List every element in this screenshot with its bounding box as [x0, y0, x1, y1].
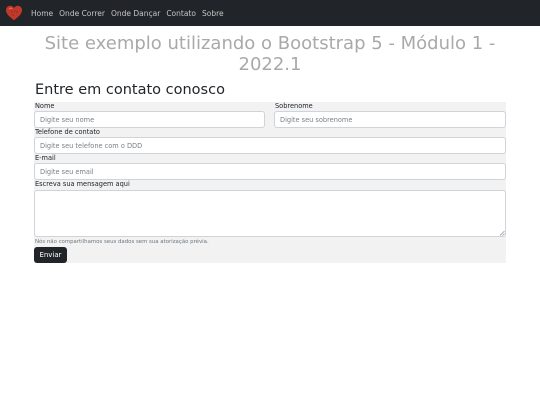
hero-title: Site exemplo utilizando o Bootstrap 5 - … — [44, 33, 496, 75]
email-label: E-mail — [35, 154, 56, 162]
top-navbar: Home Onde Correr Onde Dançar Contato Sob… — [0, 0, 540, 26]
enviar-button[interactable]: Enviar — [34, 247, 67, 263]
resize-handle-icon[interactable] — [499, 230, 505, 236]
contact-form: Nome Sobrenome Telefone de contato E-mai… — [34, 102, 506, 263]
nav-link-onde-correr[interactable]: Onde Correr — [59, 9, 105, 18]
nav-link-onde-dancar[interactable]: Onde Dançar — [111, 9, 160, 18]
telefone-input[interactable] — [34, 137, 506, 154]
nav-link-sobre[interactable]: Sobre — [202, 9, 224, 18]
telefone-label: Telefone de contato — [35, 128, 100, 136]
nav-link-contato[interactable]: Contato — [166, 9, 196, 18]
nome-label: Nome — [35, 102, 55, 110]
mensagem-label: Escreva sua mensagem aqui — [35, 180, 130, 188]
privacy-help-text: Nós não compartilhamos seus dados sem su… — [35, 239, 209, 245]
sobrenome-input[interactable] — [274, 111, 506, 128]
heart-icon[interactable] — [5, 5, 23, 21]
email-input[interactable] — [34, 163, 506, 180]
nome-input[interactable] — [34, 111, 265, 128]
mensagem-textarea[interactable] — [34, 190, 506, 237]
contact-section-title: Entre em contato conosco — [35, 82, 225, 98]
nav-link-home[interactable]: Home — [31, 9, 53, 18]
sobrenome-label: Sobrenome — [275, 102, 313, 110]
